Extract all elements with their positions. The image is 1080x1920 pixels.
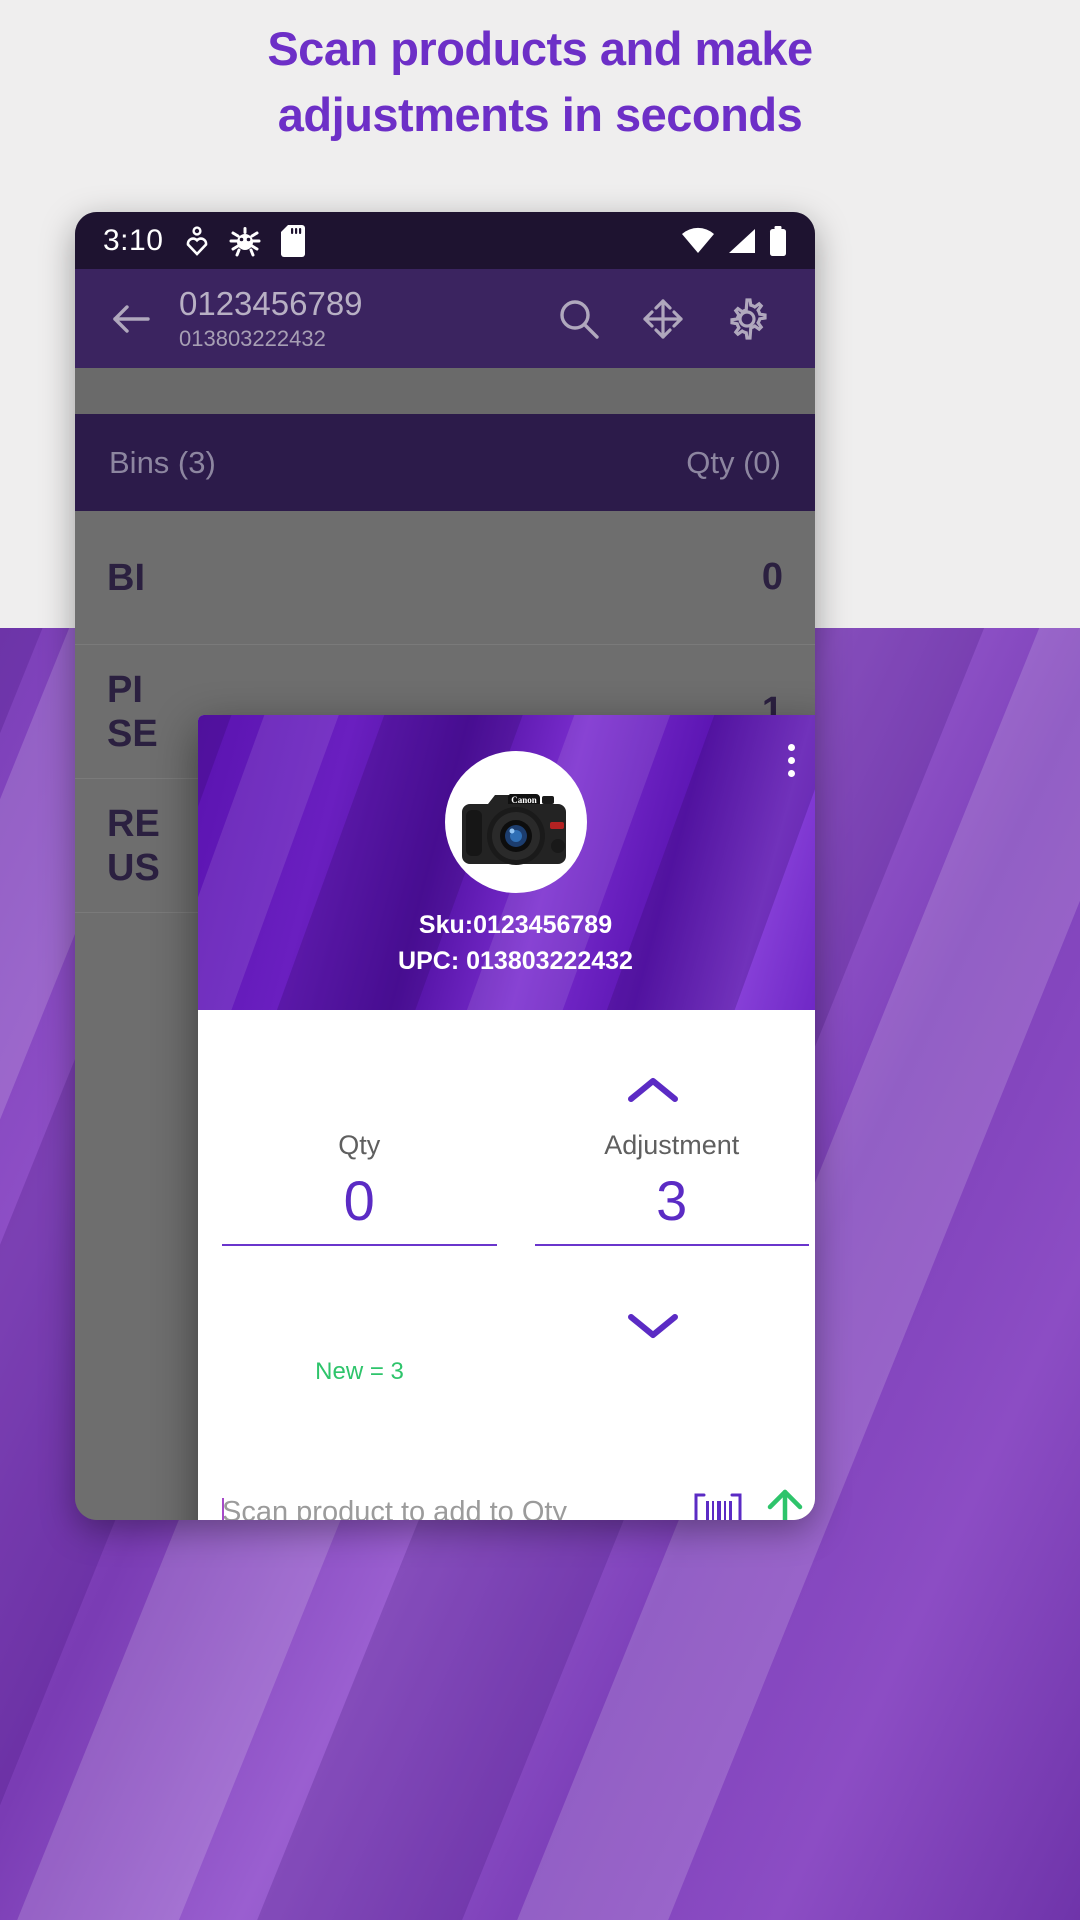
tab-strip xyxy=(75,368,815,414)
scan-row xyxy=(222,1485,809,1520)
upc-text: UPC: 013803222432 xyxy=(398,947,633,975)
qty-value[interactable]: 0 xyxy=(222,1162,497,1246)
quantity-fields: Qty 0 Adjustment 3 xyxy=(222,1128,809,1246)
move-icon xyxy=(643,298,683,339)
counts-row: Bins (3) Qty (0) xyxy=(75,414,815,511)
page-title-line-1: Scan products and make xyxy=(267,22,813,75)
app-bar-titles: 0123456789 013803222432 xyxy=(179,285,537,353)
dialog-body: Qty 0 Adjustment 3 New = 3 Scan product … xyxy=(198,1010,815,1520)
back-button[interactable] xyxy=(101,302,161,336)
chevron-up-icon xyxy=(628,1078,678,1102)
adjustment-label: Adjustment xyxy=(604,1130,740,1160)
phone-mockup: 3:10 0123456789 013803222432 Bins (3) Qt… xyxy=(75,212,815,1520)
battery-icon xyxy=(769,225,787,256)
settings-gear-icon xyxy=(730,297,767,340)
status-icons-left xyxy=(185,224,306,257)
bin-name: BI xyxy=(107,556,145,599)
page-title: Scan products and make adjustments in se… xyxy=(0,16,1080,148)
search-button[interactable] xyxy=(537,296,621,342)
bug-icon xyxy=(229,225,261,257)
settings-button[interactable] xyxy=(705,296,789,342)
status-icons-right xyxy=(681,225,787,256)
dialog-header: Canon Sku:0123456789 UPC: 013803222432 xyxy=(198,715,815,1010)
text-caret xyxy=(222,1498,224,1520)
svg-text:Canon: Canon xyxy=(511,795,537,805)
camera-product-image: Canon xyxy=(461,794,566,865)
search-input[interactable] xyxy=(222,1496,675,1520)
avatar: Canon xyxy=(444,751,587,893)
app-bar: 0123456789 013803222432 xyxy=(75,269,815,368)
wifi-icon xyxy=(681,227,715,255)
app-bar-title: 0123456789 xyxy=(179,284,363,322)
bin-name: RE US xyxy=(107,802,160,889)
adjustment-field[interactable]: Adjustment 3 xyxy=(534,1128,809,1246)
app-bar-subtitle: 013803222432 xyxy=(179,325,326,351)
status-time: 3:10 xyxy=(103,223,164,257)
submit-scan-button[interactable] xyxy=(761,1485,809,1520)
cell-signal-icon xyxy=(727,227,757,255)
overflow-menu-icon xyxy=(787,743,795,751)
sd-card-icon xyxy=(281,224,306,257)
new-total-text: New = 3 xyxy=(315,1358,404,1385)
bins-count-label: Bins (3) xyxy=(109,444,216,480)
increment-adjustment-button[interactable] xyxy=(608,1062,698,1118)
overflow-menu-icon xyxy=(787,756,795,764)
move-button[interactable] xyxy=(621,296,705,342)
barcode-scan-button[interactable] xyxy=(689,1487,747,1520)
chevron-down-icon xyxy=(628,1314,678,1338)
adjust-quantity-dialog: Canon Sku:0123456789 UPC: 013803222432 Q… xyxy=(198,715,815,1520)
overflow-menu-button[interactable] xyxy=(771,737,811,783)
product-identifiers: Sku:0123456789 UPC: 013803222432 xyxy=(198,907,815,979)
table-row[interactable]: BI 0 xyxy=(75,511,815,645)
page-title-line-2: adjustments in seconds xyxy=(277,88,803,141)
qty-count-label: Qty (0) xyxy=(686,444,781,480)
decrement-adjustment-button[interactable] xyxy=(608,1298,698,1354)
heart-pulse-icon xyxy=(185,225,209,256)
overflow-menu-icon xyxy=(787,769,795,777)
arrow-up-icon xyxy=(767,1489,803,1520)
qty-label: Qty xyxy=(338,1130,381,1160)
status-bar: 3:10 xyxy=(75,212,815,269)
bin-qty: 0 xyxy=(761,556,783,598)
search-icon xyxy=(560,299,599,339)
bin-name: PI SE xyxy=(107,668,158,755)
barcode-scan-icon xyxy=(694,1493,742,1520)
sku-text: Sku:0123456789 xyxy=(418,911,613,939)
qty-field[interactable]: Qty 0 xyxy=(222,1128,497,1246)
adjustment-value[interactable]: 3 xyxy=(534,1162,809,1246)
scan-field[interactable] xyxy=(222,1496,675,1520)
arrow-left-icon xyxy=(113,304,150,333)
